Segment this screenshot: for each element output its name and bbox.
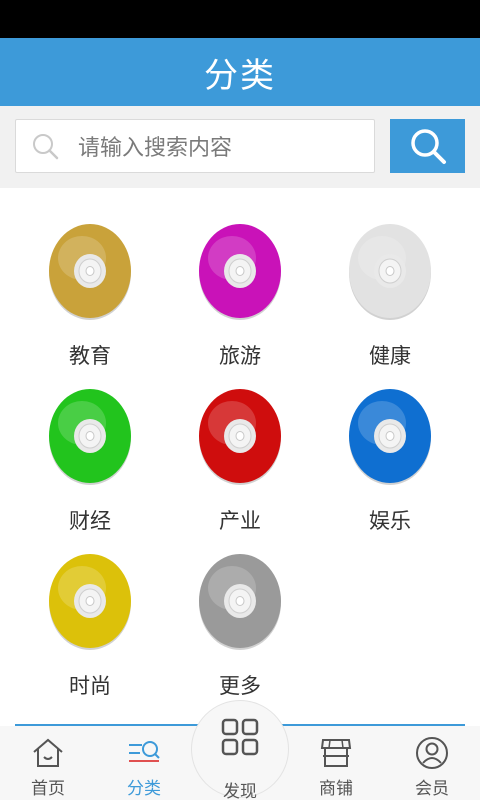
disc-icon	[349, 389, 431, 485]
category-label: 娱乐	[369, 509, 411, 533]
disc-icon	[349, 224, 431, 320]
tab-label: 首页	[31, 779, 65, 799]
app-header: 分类	[0, 38, 480, 106]
disc-icon	[49, 554, 131, 650]
category-label: 更多	[219, 674, 261, 698]
disc-icon	[49, 389, 131, 485]
category-item-more[interactable]: 更多	[165, 518, 315, 698]
category-item-health[interactable]: 健康	[315, 188, 465, 368]
category-item-industry[interactable]: 产业	[165, 353, 315, 533]
category-label: 时尚	[69, 674, 111, 698]
category-item-entertainment[interactable]: 娱乐	[315, 353, 465, 533]
status-bar	[0, 0, 480, 38]
tab-label: 商铺	[319, 779, 353, 799]
category-item-education[interactable]: 教育	[15, 188, 165, 368]
disc-icon	[199, 224, 281, 320]
user-icon	[416, 737, 448, 769]
search-icon	[33, 134, 59, 160]
tab-discover[interactable]: 发现	[191, 700, 289, 802]
disc-icon	[199, 389, 281, 485]
search-placeholder: 请输入搜索内容	[78, 136, 233, 161]
tab-shop[interactable]: 商铺	[288, 726, 384, 800]
search-input[interactable]: 请输入搜索内容	[15, 119, 375, 173]
tab-category[interactable]: 分类	[96, 726, 192, 800]
category-list-icon	[129, 741, 160, 762]
search-bar: 请输入搜索内容	[0, 106, 480, 188]
category-item-travel[interactable]: 旅游	[165, 188, 315, 368]
shop-icon	[320, 739, 352, 767]
home-icon	[33, 738, 63, 767]
category-grid: 教育 旅游 健康 财经 产业 娱乐 时尚 更多	[0, 188, 480, 723]
search-icon	[410, 129, 446, 164]
tab-member[interactable]: 会员	[384, 726, 480, 800]
disc-icon	[49, 224, 131, 320]
category-item-finance[interactable]: 财经	[15, 353, 165, 533]
tab-label: 分类	[127, 779, 161, 799]
tab-home[interactable]: 首页	[0, 726, 96, 800]
category-item-fashion[interactable]: 时尚	[15, 518, 165, 698]
tab-label: 发现	[223, 782, 257, 802]
disc-icon	[199, 554, 281, 650]
search-button[interactable]	[390, 119, 465, 173]
page-title: 分类	[204, 55, 276, 96]
tab-label: 会员	[415, 779, 449, 799]
grid-icon	[221, 718, 259, 756]
